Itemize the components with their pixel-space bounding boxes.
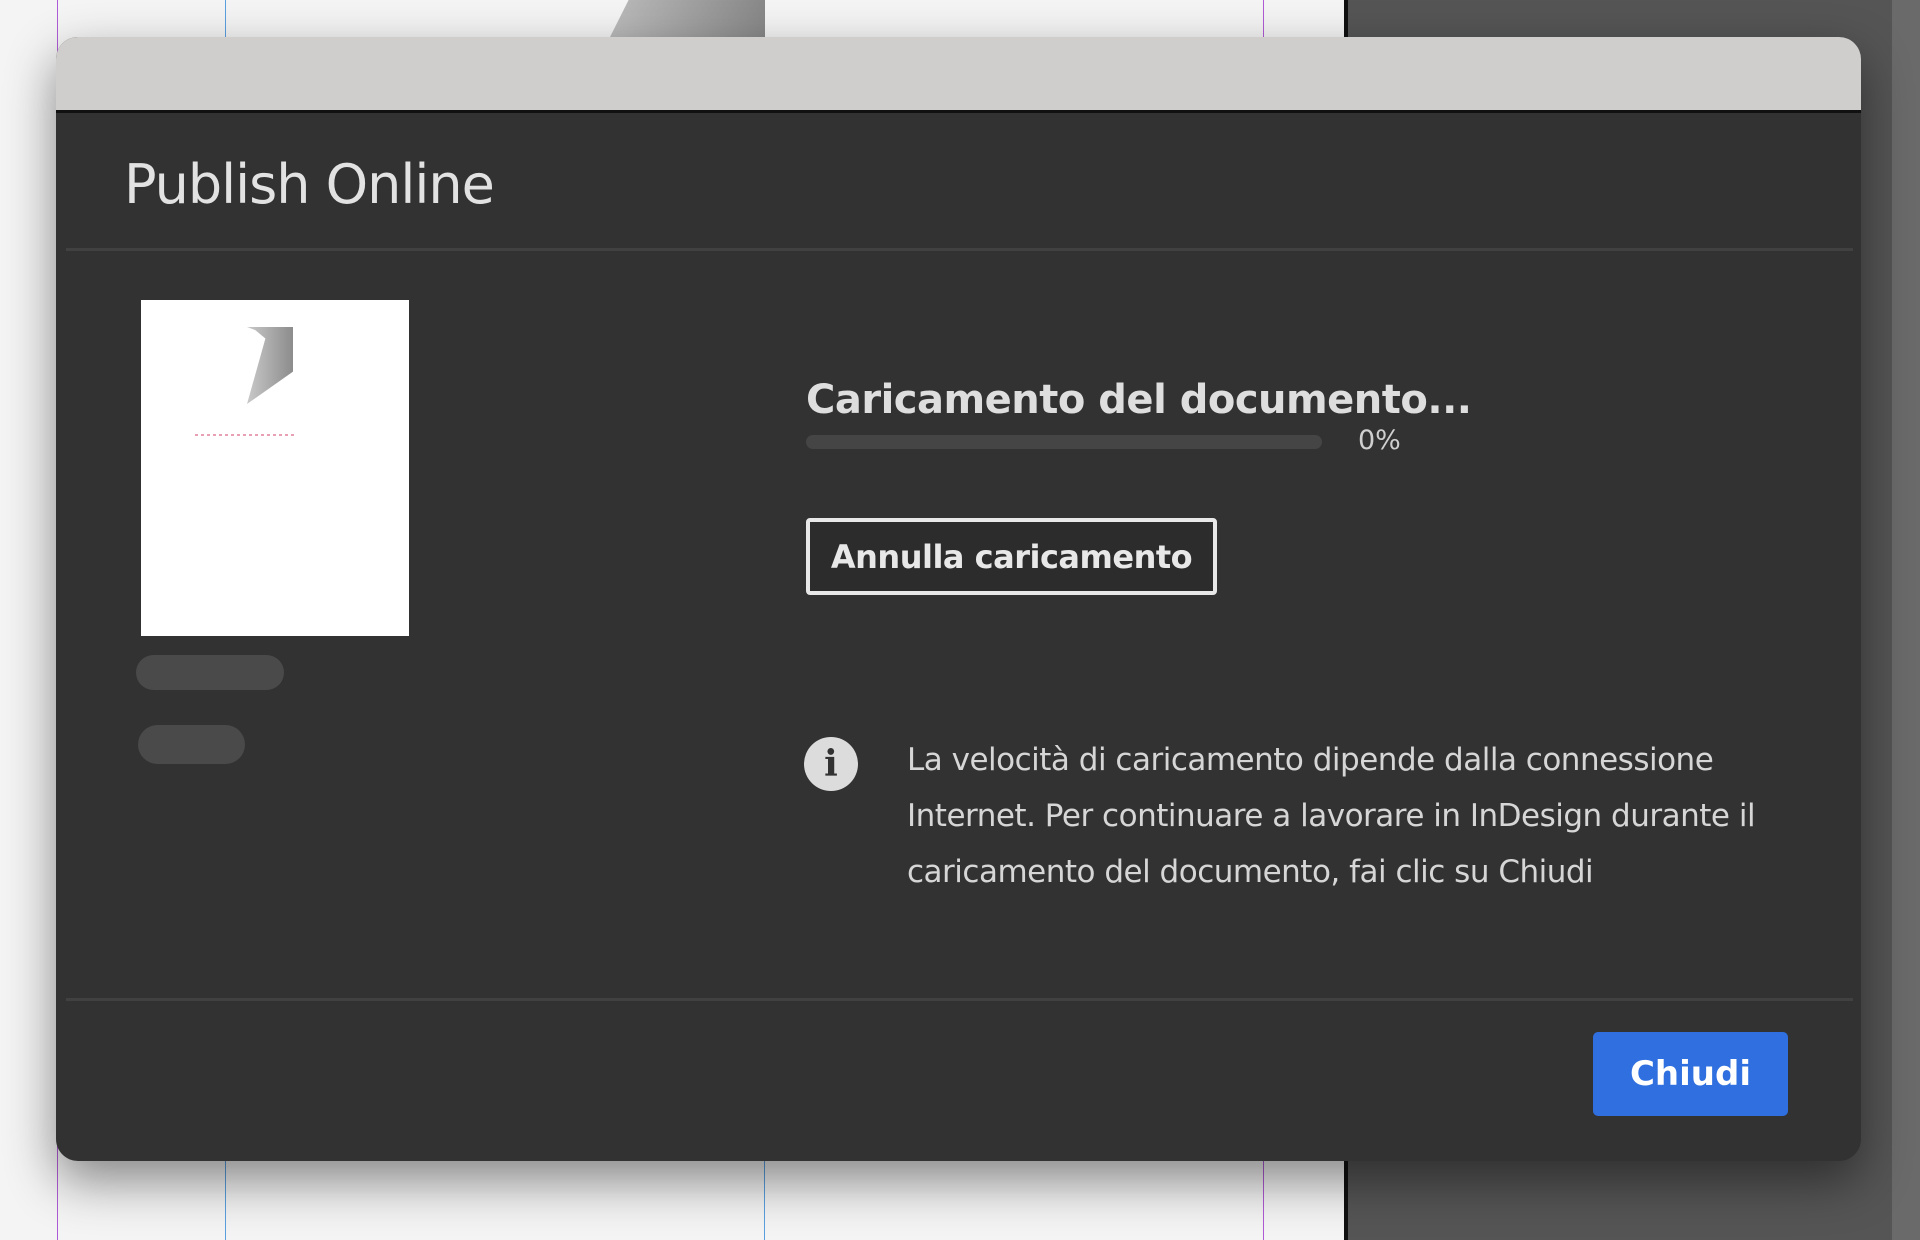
- document-thumbnail: [141, 300, 409, 636]
- placeholder-pill: [136, 655, 284, 690]
- publish-online-dialog: Publish Online Caricamento del documento…: [56, 37, 1861, 1161]
- dialog-titlebar[interactable]: [56, 37, 1861, 113]
- progress-percent: 0%: [1358, 425, 1401, 456]
- placeholder-pill: [138, 725, 245, 764]
- upload-status-heading: Caricamento del documento...: [806, 377, 1472, 423]
- thumbnail-graphic: [247, 327, 293, 404]
- cancel-upload-button[interactable]: Annulla caricamento: [806, 518, 1217, 595]
- dialog-title: Publish Online: [124, 153, 495, 216]
- thumbnail-text-line: [195, 434, 295, 436]
- side-panel-strip: [1892, 0, 1920, 1240]
- header-divider: [66, 248, 1853, 251]
- footer-divider: [66, 998, 1853, 1001]
- info-icon: i: [804, 737, 858, 791]
- upload-progress-bar: [806, 435, 1322, 449]
- info-message: La velocità di caricamento dipende dalla…: [907, 742, 1756, 890]
- close-button[interactable]: Chiudi: [1593, 1032, 1788, 1116]
- page-graphic: [610, 0, 765, 37]
